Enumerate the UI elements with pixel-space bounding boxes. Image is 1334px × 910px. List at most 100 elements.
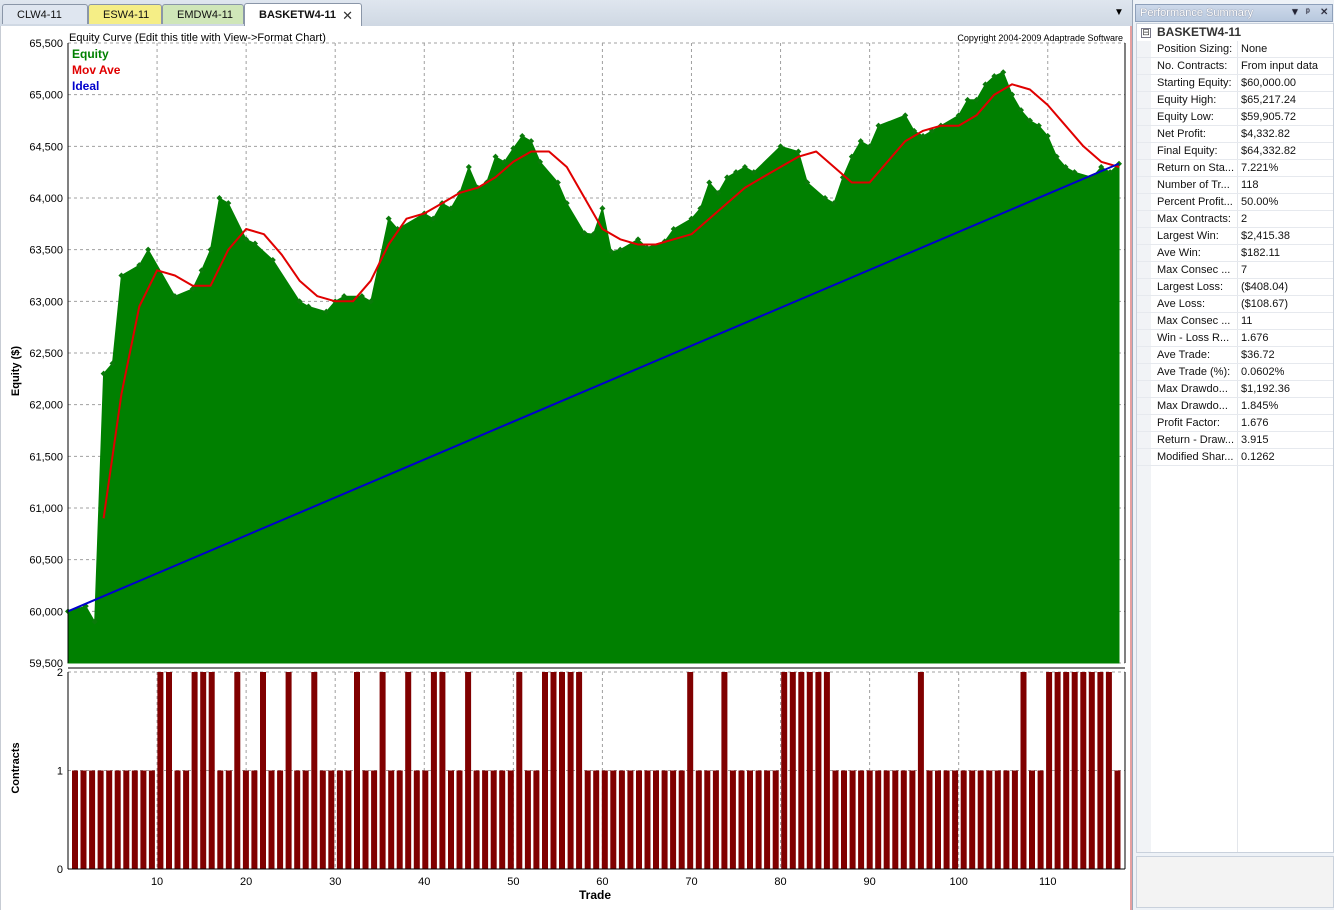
panel-close-icon[interactable]: ✕ xyxy=(1320,5,1328,21)
equity-y-tick-label: 61,500 xyxy=(29,451,63,463)
property-row[interactable]: Max Consec ... 7 xyxy=(1137,262,1333,279)
equity-y-axis-label: Equity ($) xyxy=(10,346,22,396)
trade-x-tick-label: 60 xyxy=(596,876,608,888)
chart-title[interactable]: Equity Curve (Edit this title with View-… xyxy=(69,32,326,44)
property-row[interactable]: Percent Profit... 50.00% xyxy=(1137,194,1333,211)
property-row[interactable]: Final Equity: $64,332.82 xyxy=(1137,143,1333,160)
property-key: Largest Win: xyxy=(1157,230,1219,242)
legend-entry-ideal: Ideal xyxy=(72,79,99,93)
property-key: Equity Low: xyxy=(1157,111,1214,123)
property-row[interactable]: Position Sizing: None xyxy=(1137,41,1333,58)
contracts-bar xyxy=(755,770,762,869)
contracts-bar xyxy=(1080,672,1087,869)
property-row[interactable]: Max Consec ... 11 xyxy=(1137,313,1333,330)
property-row[interactable]: Ave Trade (%): 0.0602% xyxy=(1137,364,1333,381)
contracts-bar xyxy=(593,770,600,869)
contracts-y-tick-label: 1 xyxy=(57,766,63,778)
property-value: 1.676 xyxy=(1241,332,1269,344)
contracts-bar xyxy=(482,770,489,869)
property-row[interactable]: Equity Low: $59,905.72 xyxy=(1137,109,1333,126)
panel-menu-icon[interactable]: ▼ xyxy=(1290,5,1300,21)
equity-chart[interactable]: 59,50060,00060,50061,00061,50062,00062,5… xyxy=(1,26,1129,910)
property-description-box xyxy=(1136,856,1334,908)
property-grid[interactable]: ⊟ BASKETW4-11 Position Sizing: None No. Co… xyxy=(1136,23,1334,853)
property-row[interactable]: Ave Win: $182.11 xyxy=(1137,245,1333,262)
property-row[interactable]: Return - Draw... 3.915 xyxy=(1137,432,1333,449)
grid-section-header[interactable]: ⊟ BASKETW4-11 xyxy=(1137,24,1333,41)
property-key: Ave Trade (%): xyxy=(1157,366,1231,378)
equity-y-tick-label: 61,000 xyxy=(29,503,63,515)
property-key: Modified Shar... xyxy=(1157,451,1234,463)
property-value: 3.915 xyxy=(1241,434,1269,446)
contracts-bar xyxy=(379,672,386,869)
contracts-bar xyxy=(533,770,540,869)
property-row[interactable]: Largest Loss: ($408.04) xyxy=(1137,279,1333,296)
trade-x-tick-label: 90 xyxy=(863,876,875,888)
contracts-bar xyxy=(542,672,548,869)
contracts-bar xyxy=(268,770,275,869)
tab-emdw4-11[interactable]: EMDW4-11 xyxy=(162,4,244,24)
property-row[interactable]: Max Contracts: 2 xyxy=(1137,211,1333,228)
contracts-bar xyxy=(815,672,822,869)
property-row[interactable]: Max Drawdo... 1.845% xyxy=(1137,398,1333,415)
equity-y-tick-labels: 59,50060,00060,50061,00061,50062,00062,5… xyxy=(29,38,63,670)
contracts-bar xyxy=(900,770,907,869)
property-row[interactable]: Number of Tr... 118 xyxy=(1137,177,1333,194)
legend-entry-equity: Equity xyxy=(72,47,109,61)
contracts-bar xyxy=(661,770,668,869)
contracts-bar xyxy=(473,770,480,869)
chart-pane[interactable]: 59,500 60,000 60,500 61,000 61,500 62,000 62,5… xyxy=(0,26,1132,910)
contracts-bar xyxy=(183,770,190,869)
property-key: No. Contracts: xyxy=(1157,60,1228,72)
property-value: 7.221% xyxy=(1241,162,1279,174)
property-row[interactable]: Largest Win: $2,415.38 xyxy=(1137,228,1333,245)
contracts-bar xyxy=(422,770,429,869)
trade-x-tick-label: 80 xyxy=(774,876,786,888)
equity-area-path xyxy=(67,71,1120,664)
contracts-bar xyxy=(294,770,301,869)
property-row[interactable]: Ave Loss: ($108.67) xyxy=(1137,296,1333,313)
property-row[interactable]: Ave Trade: $36.72 xyxy=(1137,347,1333,364)
property-row[interactable]: Win - Loss R... 1.676 xyxy=(1137,330,1333,347)
tab-clw4-11[interactable]: CLW4-11 xyxy=(2,4,88,24)
contracts-bar xyxy=(106,770,113,869)
equity-point xyxy=(465,164,472,170)
property-value: ($408.04) xyxy=(1241,281,1289,293)
property-row[interactable]: No. Contracts: From input data xyxy=(1137,58,1333,75)
contracts-bar xyxy=(601,770,608,869)
contracts-bar xyxy=(875,770,882,869)
contracts-bar xyxy=(371,770,378,869)
contracts-bar xyxy=(345,770,352,869)
tab-list-dropdown-icon[interactable]: ▼ xyxy=(1112,6,1126,20)
panel-pin-icon[interactable]: ᵖ xyxy=(1306,5,1310,21)
property-row[interactable]: Return on Sta... 7.221% xyxy=(1137,160,1333,177)
property-row[interactable]: Starting Equity: $60,000.00 xyxy=(1137,75,1333,92)
contracts-bar xyxy=(567,672,574,869)
contracts-bar xyxy=(405,672,412,869)
panel-header: Performance Summary ▼ ᵖ ✕ xyxy=(1135,4,1333,22)
property-row[interactable]: Max Drawdo... $1,192.36 xyxy=(1137,381,1333,398)
property-row[interactable]: Equity High: $65,217.24 xyxy=(1137,92,1333,109)
contracts-bar xyxy=(251,770,258,869)
app-window: CLW4-11 ESW4-11 EMDW4-11 BASKETW4-11 ✕ ▼ 59,… xyxy=(0,0,1334,910)
contracts-bar xyxy=(994,770,1001,869)
property-row[interactable]: Net Profit: $4,332.82 xyxy=(1137,126,1333,143)
collapse-icon[interactable]: ⊟ xyxy=(1141,28,1151,38)
property-row[interactable]: Profit Factor: 1.676 xyxy=(1137,415,1333,432)
contracts-bar xyxy=(97,770,104,869)
trade-x-tick-label: 70 xyxy=(685,876,697,888)
contracts-bar xyxy=(712,770,719,869)
tab-close-icon[interactable]: ✕ xyxy=(342,4,353,27)
property-row[interactable]: Modified Shar... 0.1262 xyxy=(1137,449,1333,466)
contracts-bar xyxy=(721,672,728,869)
tab-basketw4-11[interactable]: BASKETW4-11 ✕ xyxy=(244,3,362,26)
property-key: Max Contracts: xyxy=(1157,213,1231,225)
contracts-bar xyxy=(507,770,514,869)
contracts-bar xyxy=(1029,770,1035,869)
trade-x-tick-label: 110 xyxy=(1039,876,1057,888)
trade-x-tick-label: 50 xyxy=(507,876,519,888)
property-value: 7 xyxy=(1241,264,1248,276)
contracts-bar xyxy=(362,770,369,869)
equity-y-tick-label: 63,500 xyxy=(29,245,63,257)
tab-esw4-11[interactable]: ESW4-11 xyxy=(88,4,162,24)
